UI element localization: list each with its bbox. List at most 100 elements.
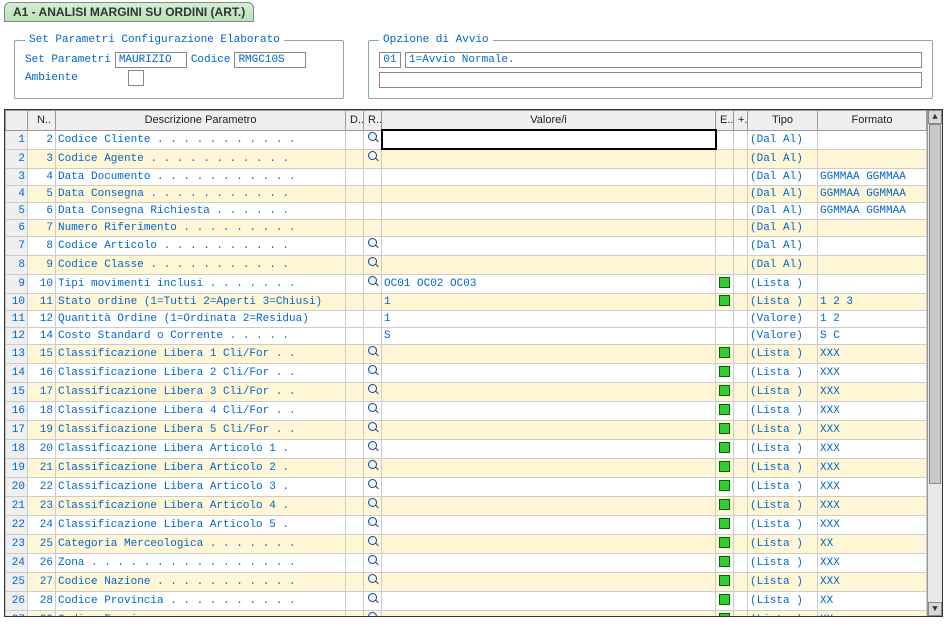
codice-input[interactable] <box>234 52 306 68</box>
row-index[interactable]: 13 <box>6 344 28 363</box>
row-value-cell[interactable]: OC01 OC02 OC03 <box>382 274 716 293</box>
row-value-cell[interactable] <box>382 439 716 458</box>
row-lookup-cell[interactable] <box>364 363 382 382</box>
row-lookup-cell[interactable] <box>364 610 382 616</box>
col-header-val[interactable]: Valore/i <box>382 111 716 131</box>
row-lookup-cell[interactable] <box>364 515 382 534</box>
scroll-thumb[interactable] <box>929 124 941 484</box>
row-index[interactable]: 15 <box>6 382 28 401</box>
row-index[interactable]: 8 <box>6 255 28 274</box>
row-value-cell[interactable] <box>382 255 716 274</box>
row-index[interactable]: 12 <box>6 327 28 344</box>
row-e-cell[interactable] <box>716 610 734 616</box>
row-lookup-cell[interactable] <box>364 572 382 591</box>
row-index[interactable]: 25 <box>6 572 28 591</box>
table-row[interactable]: 2426Zona . . . . . . . . . . . . . . . .… <box>6 553 927 572</box>
row-lookup-cell[interactable] <box>364 458 382 477</box>
table-row[interactable]: 89Codice Classe . . . . . . . . . . .(Da… <box>6 255 927 274</box>
row-e-cell[interactable] <box>716 591 734 610</box>
table-row[interactable]: 1112Quantità Ordine (1=Ordinata 2=Residu… <box>6 310 927 327</box>
row-value-cell[interactable] <box>382 496 716 515</box>
search-icon[interactable] <box>366 554 380 568</box>
row-index[interactable]: 24 <box>6 553 28 572</box>
search-icon[interactable] <box>366 237 380 251</box>
row-value-cell[interactable] <box>382 344 716 363</box>
row-value-cell[interactable]: 1 <box>382 310 716 327</box>
row-index[interactable]: 27 <box>6 610 28 616</box>
row-e-cell[interactable] <box>716 401 734 420</box>
row-value-cell[interactable] <box>382 219 716 236</box>
row-index[interactable]: 9 <box>6 274 28 293</box>
search-icon[interactable] <box>366 478 380 492</box>
search-icon[interactable] <box>366 592 380 606</box>
list-indicator-icon[interactable] <box>719 537 730 548</box>
row-value-cell[interactable]: 1 <box>382 293 716 310</box>
row-index[interactable]: 17 <box>6 420 28 439</box>
row-value-cell[interactable] <box>382 610 716 616</box>
table-row[interactable]: 910Tipi movimenti inclusi . . . . . . .O… <box>6 274 927 293</box>
row-e-cell[interactable] <box>716 553 734 572</box>
row-index[interactable]: 5 <box>6 202 28 219</box>
list-indicator-icon[interactable] <box>719 277 730 288</box>
row-value-cell[interactable] <box>382 458 716 477</box>
list-indicator-icon[interactable] <box>719 613 730 616</box>
table-row[interactable]: 1011Stato ordine (1=Tutti 2=Aperti 3=Chi… <box>6 293 927 310</box>
search-icon[interactable] <box>366 459 380 473</box>
table-row[interactable]: 56Data Consegna Richiesta . . . . . .(Da… <box>6 202 927 219</box>
list-indicator-icon[interactable] <box>719 499 730 510</box>
table-row[interactable]: 34Data Documento . . . . . . . . . . .(D… <box>6 168 927 185</box>
row-value-cell[interactable] <box>382 130 716 149</box>
row-index[interactable]: 10 <box>6 293 28 310</box>
search-icon[interactable] <box>366 131 380 145</box>
col-header-desc[interactable]: Descrizione Parametro <box>56 111 346 131</box>
opzione-code-input[interactable] <box>379 52 401 68</box>
row-e-cell[interactable] <box>716 534 734 553</box>
table-row[interactable]: 1214Costo Standard o Corrente . . . . .S… <box>6 327 927 344</box>
row-value-cell[interactable] <box>382 236 716 255</box>
row-e-cell[interactable] <box>716 293 734 310</box>
row-index[interactable]: 6 <box>6 219 28 236</box>
row-index[interactable]: 26 <box>6 591 28 610</box>
search-icon[interactable] <box>366 440 380 454</box>
row-lookup-cell[interactable] <box>364 553 382 572</box>
list-indicator-icon[interactable] <box>719 366 730 377</box>
row-lookup-cell[interactable] <box>364 274 382 293</box>
row-value-cell[interactable] <box>382 382 716 401</box>
list-indicator-icon[interactable] <box>719 404 730 415</box>
row-index[interactable]: 18 <box>6 439 28 458</box>
row-value-cell[interactable] <box>382 515 716 534</box>
row-index[interactable]: 21 <box>6 496 28 515</box>
search-icon[interactable] <box>366 256 380 270</box>
search-icon[interactable] <box>366 573 380 587</box>
col-header-n[interactable]: N.. <box>28 111 56 131</box>
row-lookup-cell[interactable] <box>364 477 382 496</box>
row-value-cell[interactable] <box>382 363 716 382</box>
col-header-r[interactable]: R.. <box>364 111 382 131</box>
row-e-cell[interactable] <box>716 344 734 363</box>
row-e-cell[interactable] <box>716 363 734 382</box>
row-lookup-cell[interactable] <box>364 401 382 420</box>
list-indicator-icon[interactable] <box>719 461 730 472</box>
row-value-cell[interactable] <box>382 168 716 185</box>
col-header-tipo[interactable]: Tipo <box>748 111 818 131</box>
col-header-index[interactable] <box>6 111 28 131</box>
list-indicator-icon[interactable] <box>719 423 730 434</box>
scroll-up-icon[interactable]: ▲ <box>928 110 942 124</box>
row-index[interactable]: 7 <box>6 236 28 255</box>
vertical-scrollbar[interactable]: ▲ ▼ <box>927 110 942 616</box>
search-icon[interactable] <box>366 275 380 289</box>
row-value-cell[interactable] <box>382 420 716 439</box>
row-value-cell[interactable] <box>382 572 716 591</box>
row-e-cell[interactable] <box>716 274 734 293</box>
row-value-cell[interactable] <box>382 401 716 420</box>
list-indicator-icon[interactable] <box>719 556 730 567</box>
row-index[interactable]: 11 <box>6 310 28 327</box>
table-row[interactable]: 12Codice Cliente . . . . . . . . . . .(D… <box>6 130 927 149</box>
row-e-cell[interactable] <box>716 439 734 458</box>
list-indicator-icon[interactable] <box>719 295 730 306</box>
row-e-cell[interactable] <box>716 477 734 496</box>
list-indicator-icon[interactable] <box>719 442 730 453</box>
table-row[interactable]: 1820Classificazione Libera Articolo 1 .(… <box>6 439 927 458</box>
row-value-cell[interactable] <box>382 553 716 572</box>
table-row[interactable]: 1416Classificazione Libera 2 Cli/For . .… <box>6 363 927 382</box>
